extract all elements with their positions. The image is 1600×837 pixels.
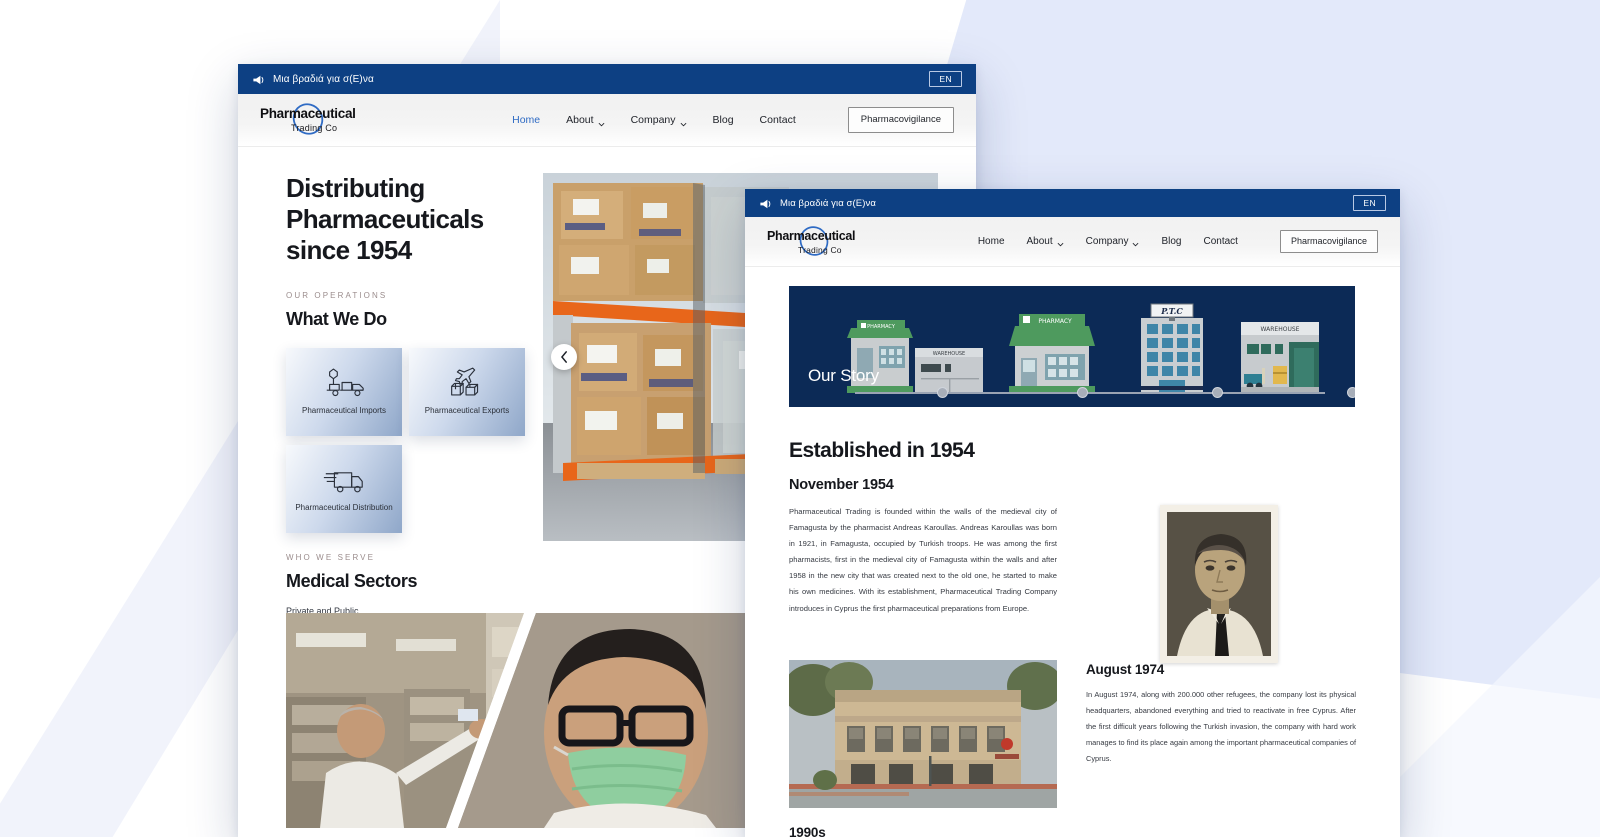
svg-text:PHARMACY: PHARMACY [1038, 318, 1072, 325]
nav-label: Contact [759, 114, 796, 126]
banner-title: Our Story [808, 366, 879, 385]
carousel-prev-button[interactable] [551, 344, 577, 370]
nav-item-company[interactable]: Company [1086, 236, 1140, 247]
svg-text:P.T.C: P.T.C [1160, 306, 1183, 316]
language-switch-button[interactable]: EN [1353, 194, 1386, 212]
operations-card-exports[interactable]: Pharmaceutical Exports [409, 347, 525, 436]
logo-secondary-text: Trading Co [798, 244, 842, 255]
timeline-dot[interactable] [1212, 387, 1223, 398]
operations-card-imports[interactable]: Pharmaceutical Imports [286, 347, 402, 436]
nav-label: Company [1085, 236, 1129, 247]
nav-label: Blog [1161, 236, 1182, 247]
chevron-down-icon [1132, 239, 1139, 247]
airplane-boxes-icon [444, 366, 490, 399]
story-entry-date-1974: August 1974 [1086, 662, 1165, 677]
announcement-bar: Μια βραδιά για σ(Ε)να EN [745, 189, 1400, 217]
announcement-content[interactable]: Μια βραδιά για σ(Ε)να [759, 197, 876, 209]
nav-item-contact[interactable]: Contact [760, 114, 796, 126]
nav-label: Home [512, 114, 541, 126]
operations-card-label: Pharmaceutical Exports [424, 405, 510, 415]
our-story-banner: PHARMACY WAREHOUSE PHARMACY P.T.C WAREHO… [789, 286, 1355, 407]
timeline-dot[interactable] [1077, 387, 1088, 398]
card-row-two: Pharmaceutical Distribution [286, 444, 526, 533]
chevron-left-icon [560, 351, 567, 363]
our-story-page-window: Μια βραδιά για σ(Ε)να EN Pharmaceutical … [745, 189, 1400, 837]
megaphone-icon [252, 73, 266, 85]
hero-title: Distributing Pharmaceuticals since 1954 [286, 173, 484, 265]
timeline-line [855, 392, 1325, 394]
timeline-dot[interactable] [937, 387, 948, 398]
svg-text:WAREHOUSE: WAREHOUSE [1261, 326, 1300, 333]
pharmacists-photo-illustration [286, 613, 751, 828]
sepia-portrait-illustration [1167, 512, 1271, 656]
nav-label: Home [977, 236, 1005, 247]
card-row-one: Pharmaceutical Imports Pharmaceutical Ex… [286, 347, 526, 436]
story-entry-date-1990s: 1990s [789, 825, 826, 837]
nav-label: About [566, 114, 594, 126]
sectors-eyebrow: WHO WE SERVE [286, 553, 376, 562]
site-header: Pharmaceutical Trading Co Home About Com… [238, 94, 976, 147]
operations-card-label: Pharmaceutical Distribution [295, 502, 393, 512]
nav-label: Contact [1203, 236, 1238, 247]
site-logo[interactable]: Pharmaceutical Trading Co [767, 225, 857, 259]
founder-portrait-photo [1167, 512, 1271, 656]
announcement-text: Μια βραδιά για σ(Ε)να [273, 73, 374, 85]
nav-label: About [1026, 236, 1053, 247]
site-header: Pharmaceutical Trading Co Home About Com… [745, 217, 1400, 267]
abandoned-building-illustration [789, 660, 1057, 808]
story-entry-date-1954: November 1954 [789, 477, 894, 493]
chevron-down-icon [598, 118, 605, 126]
nav-item-home[interactable]: Home [978, 236, 1005, 247]
operations-card-grid: Pharmaceutical Imports Pharmaceutical Ex… [286, 347, 526, 533]
pharmacovigilance-button[interactable]: Pharmacovigilance [847, 107, 954, 133]
timeline-dot[interactable] [1347, 387, 1355, 398]
pharmacovigilance-button[interactable]: Pharmacovigilance [1279, 230, 1378, 253]
logo-secondary-text: Trading Co [291, 123, 338, 133]
megaphone-icon [759, 197, 773, 209]
story-page-title: Established in 1954 [789, 439, 975, 462]
operations-eyebrow: OUR OPERATIONS [286, 290, 388, 300]
nav-item-about[interactable]: About [1027, 236, 1064, 247]
announcement-content[interactable]: Μια βραδιά για σ(Ε)να [252, 73, 374, 85]
main-navigation: Home About Company Blog Contact Pharmaco… [978, 230, 1378, 253]
announcement-text: Μια βραδιά για σ(Ε)να [780, 197, 876, 209]
nav-item-blog[interactable]: Blog [713, 114, 734, 126]
operations-card-label: Pharmaceutical Imports [301, 405, 387, 415]
nav-item-company[interactable]: Company [631, 114, 687, 126]
story-timeline [849, 387, 1355, 399]
operations-heading: What We Do [286, 308, 387, 329]
announcement-bar: Μια βραδιά για σ(Ε)να EN [238, 64, 976, 94]
svg-text:WAREHOUSE: WAREHOUSE [933, 351, 965, 357]
founder-portrait-frame [1160, 505, 1278, 663]
nav-label: Blog [712, 114, 734, 126]
chevron-down-icon [680, 118, 687, 126]
story-entry-body-1954: Pharmaceutical Trading is founded within… [789, 507, 1057, 613]
nav-item-home[interactable]: Home [512, 114, 540, 126]
nav-item-about[interactable]: About [566, 114, 605, 126]
old-headquarters-photo [789, 660, 1057, 808]
logo-primary-text: Pharmaceutical [260, 106, 356, 121]
delivery-truck-icon [321, 463, 367, 496]
crane-truck-icon [321, 366, 367, 399]
story-entry-body-1974: In August 1974, along with 200.000 other… [1086, 690, 1356, 763]
nav-item-blog[interactable]: Blog [1161, 236, 1181, 247]
site-logo[interactable]: Pharmaceutical Trading Co [260, 102, 356, 138]
operations-card-distribution[interactable]: Pharmaceutical Distribution [286, 444, 402, 533]
hero-text-column: Distributing Pharmaceuticals since 1954 … [286, 173, 536, 533]
sectors-text-column: WHO WE SERVE Medical Sectors Private and… [286, 553, 586, 616]
main-navigation: Home About Company Blog Contact Pharmaco… [512, 107, 954, 133]
logo-primary-text: Pharmaceutical [767, 228, 856, 243]
language-switch-button[interactable]: EN [929, 70, 962, 88]
story-page-content: PHARMACY WAREHOUSE PHARMACY P.T.C WAREHO… [745, 267, 1400, 837]
chevron-down-icon [1057, 239, 1064, 247]
nav-label: Company [630, 114, 676, 126]
sectors-heading: Medical Sectors [286, 571, 418, 591]
sectors-split-image [286, 613, 751, 828]
svg-text:PHARMACY: PHARMACY [867, 324, 896, 330]
nav-item-contact[interactable]: Contact [1203, 236, 1237, 247]
